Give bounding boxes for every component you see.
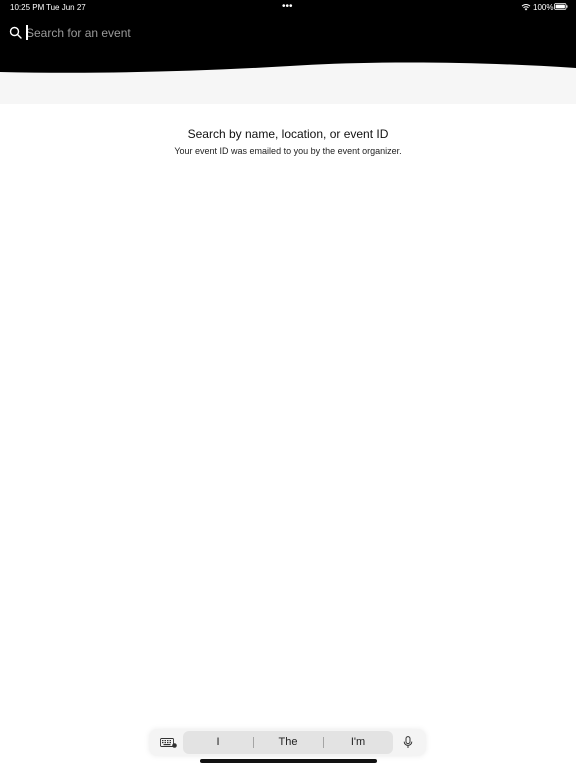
home-indicator[interactable] xyxy=(200,759,377,763)
empty-state-title: Search by name, location, or event ID xyxy=(187,127,389,141)
keyboard-shortcut-bar: I The I'm xyxy=(149,729,426,756)
suggestion-item[interactable]: I xyxy=(183,731,253,754)
text-cursor xyxy=(26,25,28,40)
status-bar: 10:25 PM Tue Jun 27 ••• 100% xyxy=(0,0,576,14)
battery-percentage: 100% xyxy=(533,3,554,12)
suggestion-item[interactable]: The xyxy=(253,731,323,754)
predictive-text-bar: I The I'm xyxy=(183,731,393,754)
battery-full-icon xyxy=(554,3,568,10)
search-bar xyxy=(0,22,576,44)
search-input[interactable] xyxy=(26,24,426,42)
multitasking-dots[interactable]: ••• xyxy=(282,1,293,12)
search-icon xyxy=(9,26,22,39)
status-date: Tue Jun 27 xyxy=(46,3,86,12)
suggestion-item[interactable]: I'm xyxy=(323,731,393,754)
status-time: 10:25 PM xyxy=(10,3,45,12)
microphone-icon[interactable] xyxy=(403,736,413,749)
keyboard-icon[interactable] xyxy=(160,738,177,748)
empty-state-subtitle: Your event ID was emailed to you by the … xyxy=(174,146,402,156)
header: 10:25 PM Tue Jun 27 ••• 100% xyxy=(0,0,576,104)
app-screen: 10:25 PM Tue Jun 27 ••• 100% Search for … xyxy=(0,0,576,768)
wifi-icon xyxy=(521,4,531,11)
